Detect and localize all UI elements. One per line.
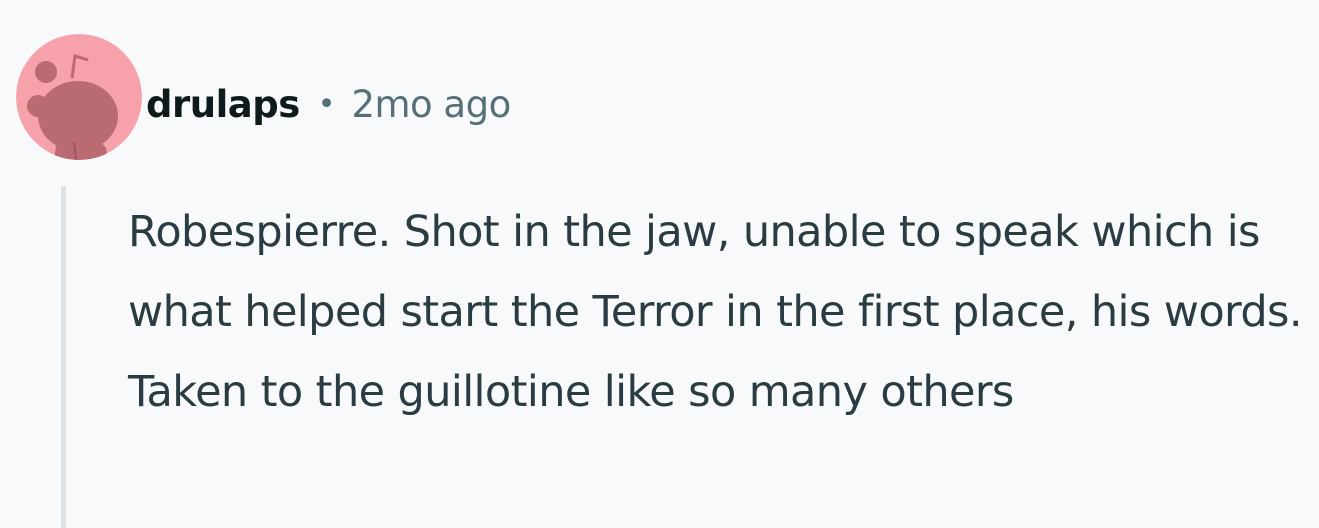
comment-timestamp[interactable]: 2mo ago: [351, 83, 511, 126]
user-avatar[interactable]: [16, 34, 142, 160]
thread-collapse-line[interactable]: [61, 186, 66, 528]
comment-body: Robespierre. Shot in the jaw, unable to …: [128, 207, 1303, 417]
comment: drulaps • 2mo ago Robespierre. Shot in t…: [0, 0, 1319, 528]
snoo-avatar-icon: [16, 34, 142, 160]
meta-separator: •: [317, 86, 336, 122]
comment-meta: drulaps • 2mo ago: [146, 76, 511, 132]
username-link[interactable]: drulaps: [146, 83, 300, 126]
